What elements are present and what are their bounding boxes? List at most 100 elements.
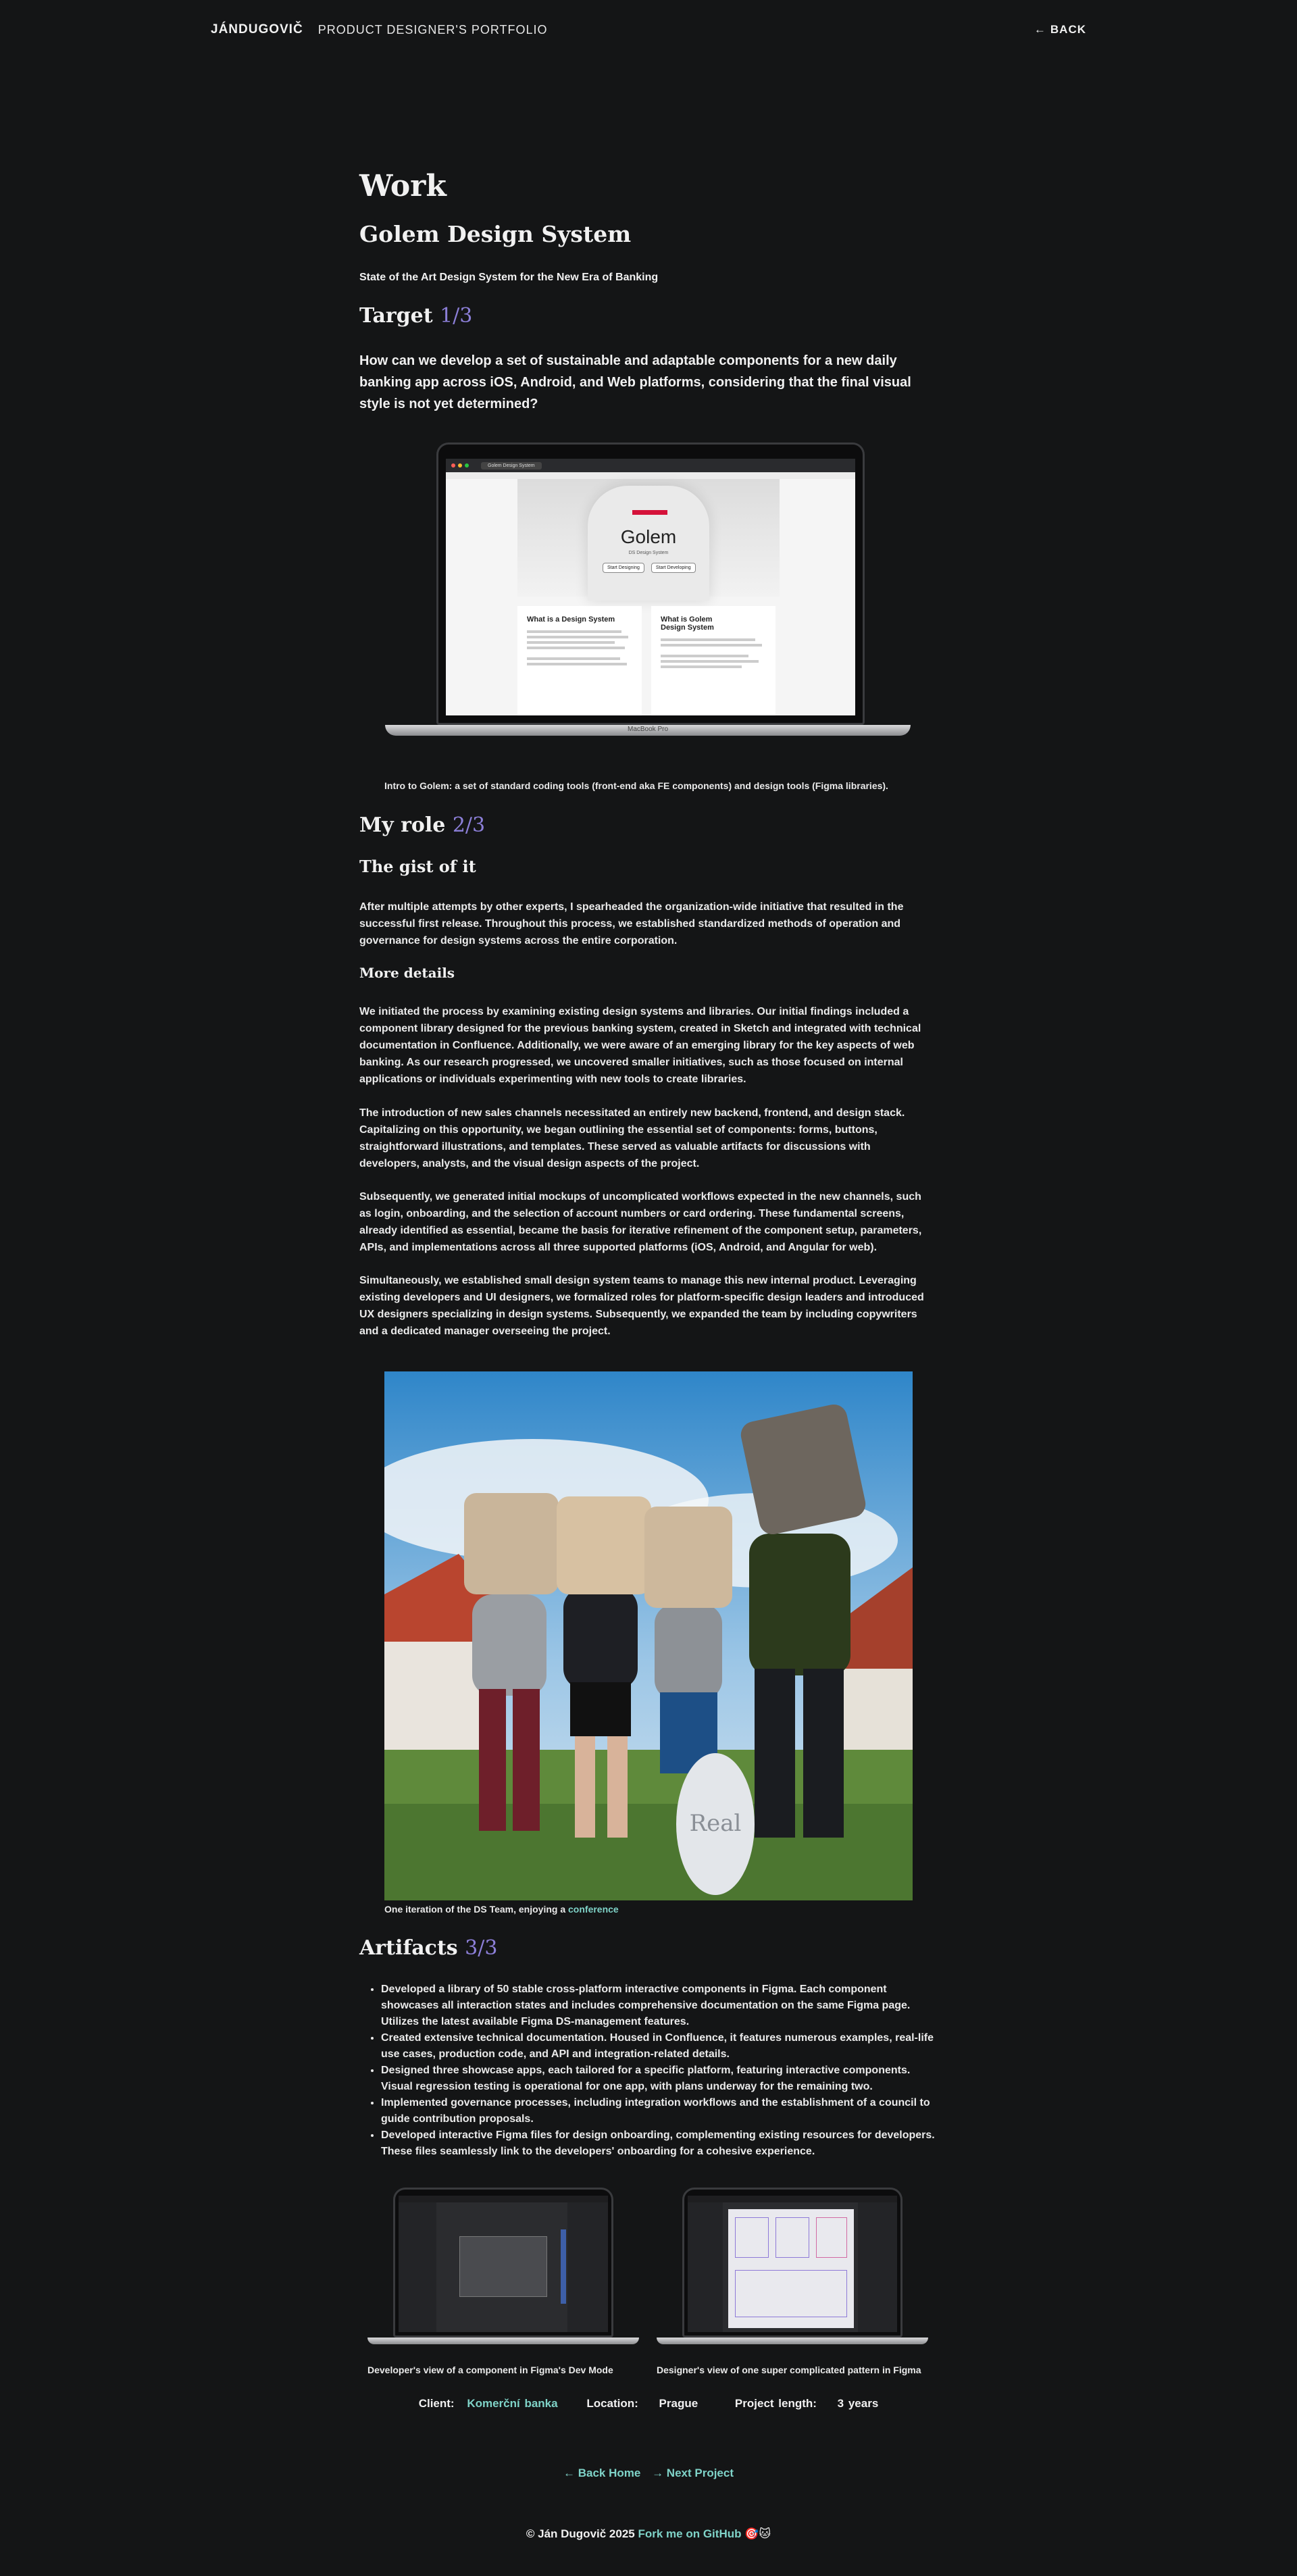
- role-heading: My role 2/3: [359, 813, 485, 837]
- copyright-text: © Ján Dugovič 2025: [526, 2527, 635, 2540]
- laptop-base: MacBook Pro: [385, 725, 911, 736]
- role-step: 2/3: [452, 813, 486, 837]
- figma-inspect-panel: [567, 2202, 608, 2332]
- screen-card-1: What is a Design System: [517, 606, 642, 715]
- screen-card-1-title: What is a Design System: [527, 615, 615, 624]
- length-value: 3 years: [837, 2397, 879, 2410]
- target-heading: Target 1/3: [359, 304, 472, 328]
- project-title: Golem Design System: [359, 220, 632, 247]
- figma-layers-panel: [688, 2202, 723, 2332]
- text-line: [661, 644, 762, 647]
- location-meta: Location: Prague: [578, 2397, 711, 2410]
- next-project-label: Next Project: [666, 2467, 734, 2479]
- details-paragraph-4: Simultaneously, we established small des…: [359, 1275, 924, 1337]
- text-line: [527, 647, 625, 649]
- team-photo-illustration: Real: [384, 1371, 913, 1900]
- arrow-right-icon: →: [652, 2467, 664, 2479]
- window-dot-icon: [451, 463, 455, 468]
- screen-card-2-title: What is Golem Design System: [661, 615, 714, 632]
- text-line: [527, 636, 628, 638]
- artifacts-title: Artifacts: [359, 1936, 458, 1960]
- details-paragraph-3: Subsequently, we generated initial mocku…: [359, 1191, 922, 1253]
- footer-emoji: 🎯🐱: [744, 2527, 771, 2540]
- client-link[interactable]: Komerční banka: [467, 2397, 557, 2410]
- laptop-label: MacBook Pro: [627, 726, 669, 733]
- artifacts-step: 3/3: [465, 1936, 498, 1960]
- site-footer: © Ján Dugovič 2025 Fork me on GitHub 🎯🐱: [0, 2527, 1297, 2541]
- target-caption: Intro to Golem: a set of standard coding…: [384, 780, 888, 791]
- dev-mode-laptop-image: [367, 2188, 639, 2347]
- laptop-base: [657, 2338, 928, 2344]
- artifacts-heading: Artifacts 3/3: [359, 1936, 497, 1960]
- designer-view-caption: Designer's view of one super complicated…: [657, 2365, 921, 2375]
- pattern-frame: [735, 2270, 847, 2317]
- details-heading: More details: [359, 965, 455, 981]
- start-developing-button: Start Developing: [651, 563, 696, 573]
- figma-properties-panel: [858, 2202, 897, 2332]
- pattern-frame: [775, 2217, 809, 2258]
- back-label: BACK: [1050, 23, 1086, 36]
- location-value: Prague: [659, 2397, 698, 2410]
- dev-mode-caption: Developer's view of a component in Figma…: [367, 2365, 613, 2375]
- back-home-link[interactable]: ← Back Home: [563, 2467, 644, 2479]
- artifact-item: Created extensive technical documentatio…: [381, 2030, 939, 2063]
- role-title: My role: [359, 813, 446, 837]
- figma-toolbar: [399, 2196, 608, 2202]
- text-line: [661, 638, 755, 641]
- laptop-screen: [399, 2196, 608, 2332]
- team-photo: Real: [384, 1371, 913, 1900]
- text-line: [661, 665, 742, 668]
- back-home-label: Back Home: [578, 2467, 641, 2479]
- text-line: [661, 660, 759, 663]
- window-dot-icon: [458, 463, 462, 468]
- start-designing-button: Start Designing: [603, 563, 644, 573]
- details-paragraph-2: The introduction of new sales channels n…: [359, 1107, 905, 1169]
- figma-toolbar: [688, 2196, 897, 2202]
- brand-subtitle: PRODUCT DESIGNER'S PORTFOLIO: [317, 22, 548, 36]
- back-link[interactable]: ← BACK: [1034, 23, 1086, 36]
- figma-component-frame: [459, 2236, 547, 2297]
- location-label: Location:: [586, 2397, 638, 2410]
- target-title: Target: [359, 304, 433, 328]
- text-line: [527, 641, 615, 644]
- conference-link[interactable]: conference: [568, 1904, 619, 1915]
- figma-layers-panel: [399, 2202, 436, 2332]
- arrow-left-icon: ←: [563, 2467, 575, 2479]
- screen-card-2: What is Golem Design System: [651, 606, 775, 715]
- artifact-item: Implemented governance processes, includ…: [381, 2095, 939, 2127]
- page-title: Work: [359, 169, 447, 203]
- client-meta: Client: Komerční banka: [411, 2397, 563, 2410]
- browser-tab: Golem Design System: [481, 461, 542, 470]
- gist-heading: The gist of it: [359, 857, 476, 876]
- svg-text:Real: Real: [690, 1810, 742, 1837]
- address-bar: [446, 472, 855, 479]
- project-nav: ← Back Home → Next Project: [0, 2467, 1297, 2480]
- next-project-link[interactable]: → Next Project: [652, 2467, 734, 2479]
- brand[interactable]: JÁNDUGOVIČ PRODUCT DESIGNER'S PORTFOLIO: [211, 22, 548, 37]
- golem-laptop-image: Golem Design System Golem DS Design Syst…: [385, 443, 911, 744]
- details-paragraph-1: We initiated the process by examining ex…: [359, 1006, 921, 1085]
- golem-hero-buttons: Start Designing Start Developing: [603, 563, 696, 573]
- artifact-item: Designed three showcase apps, each tailo…: [381, 2063, 939, 2095]
- gist-paragraph: After multiple attempts by other experts…: [359, 901, 904, 946]
- browser-bar: Golem Design System: [446, 459, 855, 472]
- artifact-item: Developed interactive Figma files for de…: [381, 2127, 939, 2160]
- brand-name[interactable]: JÁNDUGOVIČ: [211, 22, 303, 37]
- target-step: 1/3: [440, 304, 473, 328]
- laptop-base: [367, 2338, 639, 2344]
- text-line: [527, 663, 627, 665]
- project-tagline: State of the Art Design System for the N…: [359, 271, 659, 283]
- figma-pattern-canvas: [728, 2209, 854, 2328]
- window-dot-icon: [465, 463, 469, 468]
- github-fork-link[interactable]: Fork me on GitHub: [638, 2527, 741, 2540]
- designer-view-laptop-image: [657, 2188, 928, 2347]
- photo-caption-text: One iteration of the DS Team, enjoying a: [384, 1904, 566, 1915]
- golem-accent-bar: [632, 510, 667, 515]
- project-meta: Client: Komerční banka Location: Prague …: [0, 2397, 1297, 2410]
- client-label: Client:: [418, 2397, 455, 2410]
- arrow-left-icon: ←: [1034, 23, 1046, 36]
- golem-hero-subtitle: DS Design System: [628, 551, 669, 555]
- target-question: How can we develop a set of sustainable …: [359, 353, 911, 411]
- length-meta: Project length: 3 years: [727, 2397, 886, 2410]
- figma-selection-bar: [561, 2229, 566, 2304]
